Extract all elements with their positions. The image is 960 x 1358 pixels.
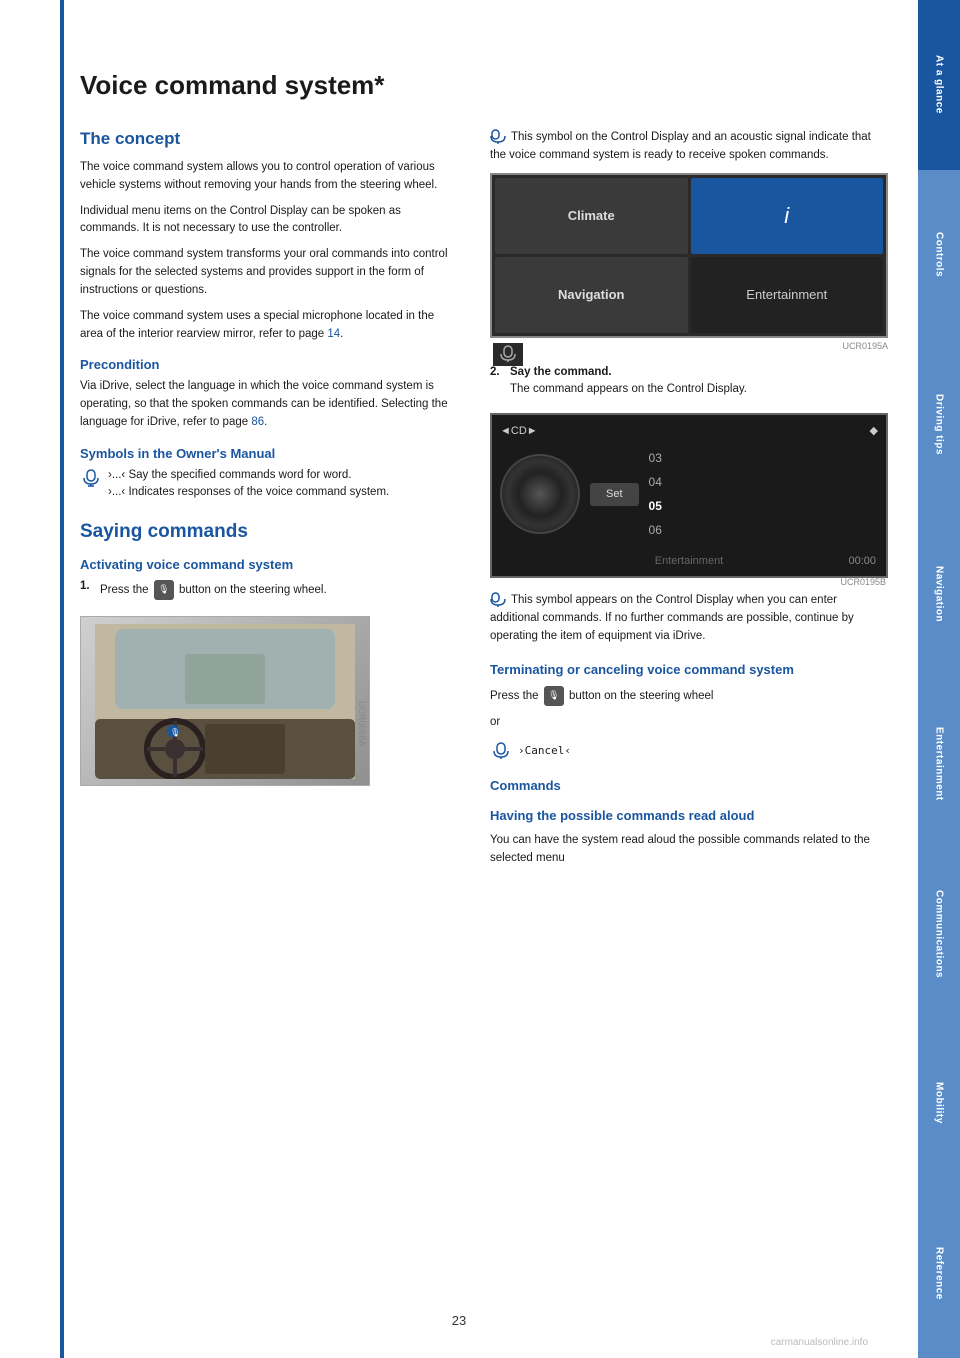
concept-para-3: The voice command system transforms your… <box>80 246 460 299</box>
cancel-mic-icon <box>490 740 512 762</box>
page-ref-86[interactable]: 86 <box>251 416 264 428</box>
cd-entertainment-footer: Entertainment <box>655 553 723 570</box>
car-image-inner: 🎙 <box>81 617 369 785</box>
cd-corner: ◆ <box>870 423 878 440</box>
svg-text:🎙: 🎙 <box>170 728 180 737</box>
symbol-additional-text: This symbol appears on the Control Displ… <box>490 592 888 645</box>
step-1-text: Press the 🎙 button on the steering wheel… <box>100 580 327 600</box>
step-2-main: Say the command. <box>510 364 747 382</box>
page-title: Voice command system* <box>80 70 888 101</box>
steering-wheel-btn-icon: 🎙 <box>154 580 174 600</box>
cd-entertainment-cell: Entertainment <box>691 257 884 333</box>
commands-title: Commands <box>490 776 888 796</box>
cd-player-header: ◄ CD ► ◆ <box>500 423 878 440</box>
track-04: 04 <box>649 470 662 494</box>
concept-para-1: The voice command system allows you to c… <box>80 159 460 195</box>
terminating-text: Press the 🎙 button on the steering wheel <box>490 686 888 706</box>
page-number: 23 <box>452 1313 466 1328</box>
symbol-row-1: ›...‹ Say the specified commands word fo… <box>80 467 460 502</box>
track-03: 03 <box>649 446 662 470</box>
step-2-content: Say the command. The command appears on … <box>510 364 747 408</box>
cd-disc <box>500 454 580 534</box>
sidebar-item-navigation[interactable]: Navigation <box>918 509 960 679</box>
cd-mic-indicator <box>493 343 523 366</box>
step-2-sub: The command appears on the Control Displ… <box>510 381 747 399</box>
cd-player-body: Set 03 04 05 06 <box>500 446 878 542</box>
cd-info-cell: i <box>691 178 884 254</box>
car-interior-image: 🎙 UCR0068A <box>80 616 370 786</box>
cd-info-icon: i <box>784 199 789 233</box>
commands-read-text: You can have the system read aloud the p… <box>490 832 888 868</box>
step-1: 1. Press the 🎙 button on the steering wh… <box>80 580 460 608</box>
page-ref-14[interactable]: 14 <box>327 328 340 340</box>
control-display-image: Climate i Navigation Entertainment <box>490 173 888 338</box>
cancel-command: ›Cancel‹ <box>518 742 571 759</box>
sidebar: At a glance Controls Driving tips Naviga… <box>918 0 960 1358</box>
activating-title: Activating voice command system <box>80 557 460 572</box>
cd-entertainment-label: Entertainment <box>746 285 827 305</box>
track-06: 06 <box>649 518 662 542</box>
cd-tracks: 03 04 05 06 <box>649 446 662 542</box>
cd-set-btn: Set <box>590 483 639 506</box>
left-column: The concept The voice command system all… <box>80 129 460 876</box>
terminating-title: Terminating or canceling voice command s… <box>490 660 888 680</box>
symbols-title: Symbols in the Owner's Manual <box>80 446 460 461</box>
cd-controls: Set <box>590 483 639 506</box>
concept-title: The concept <box>80 129 460 149</box>
sidebar-item-driving-tips[interactable]: Driving tips <box>918 340 960 510</box>
sidebar-item-communications[interactable]: Communications <box>918 849 960 1019</box>
cd-image-ref-2: UCR0195B <box>840 576 886 590</box>
cancel-row: ›Cancel‹ <box>490 740 888 762</box>
right-column: This symbol on the Control Display and a… <box>490 129 888 876</box>
image-label: UCR0068A <box>357 701 367 747</box>
precondition-text: Via iDrive, select the language in which… <box>80 378 460 431</box>
sidebar-item-entertainment[interactable]: Entertainment <box>918 679 960 849</box>
sidebar-item-reference[interactable]: Reference <box>918 1188 960 1358</box>
precondition-title: Precondition <box>80 357 460 372</box>
sidebar-item-mobility[interactable]: Mobility <box>918 1019 960 1189</box>
cd-player-display: ◄ CD ► ◆ Set <box>490 413 888 578</box>
track-05: 05 <box>649 494 662 518</box>
saying-commands-title: Saying commands <box>80 521 460 543</box>
terminating-or: or <box>490 714 888 732</box>
step-2-number: 2. <box>490 364 504 408</box>
cd-nav-back: ◄ <box>500 423 511 440</box>
sidebar-item-at-a-glance[interactable]: At a glance <box>918 0 960 170</box>
sidebar-item-controls[interactable]: Controls <box>918 170 960 340</box>
step-2-row: 2. Say the command. The command appears … <box>490 364 888 408</box>
symbol-1-text: ›...‹ Say the specified commands word fo… <box>108 467 389 502</box>
concept-para-2: Individual menu items on the Control Dis… <box>80 203 460 239</box>
commands-read-title: Having the possible commands read aloud <box>490 806 888 826</box>
cd-climate-cell: Climate <box>495 178 688 254</box>
right-col-content: This symbol on the Control Display and a… <box>490 129 888 868</box>
cd-nav-cell: Navigation <box>495 257 688 333</box>
two-col-layout: The concept The voice command system all… <box>80 129 888 876</box>
cd-nav-label: Navigation <box>558 285 624 305</box>
main-content: Voice command system* The concept The vo… <box>0 0 918 1358</box>
control-display-wrapper: Climate i Navigation Entertainment <box>490 173 888 354</box>
concept-para-4: The voice command system uses a special … <box>80 308 460 344</box>
step-1-number: 1. <box>80 580 94 608</box>
mic-symbol-icon <box>80 467 102 489</box>
cd-label: CD <box>511 423 527 440</box>
steering-btn-icon-2: 🎙 <box>544 686 564 706</box>
cd-image-ref: UCR0195A <box>490 340 888 354</box>
cd-nav-forward: ► <box>527 423 538 440</box>
cd-time: 00:00 <box>848 553 876 570</box>
symbol-intro-text: This symbol on the Control Display and a… <box>490 129 888 165</box>
watermark: carmanualsonline.info <box>771 1337 868 1348</box>
